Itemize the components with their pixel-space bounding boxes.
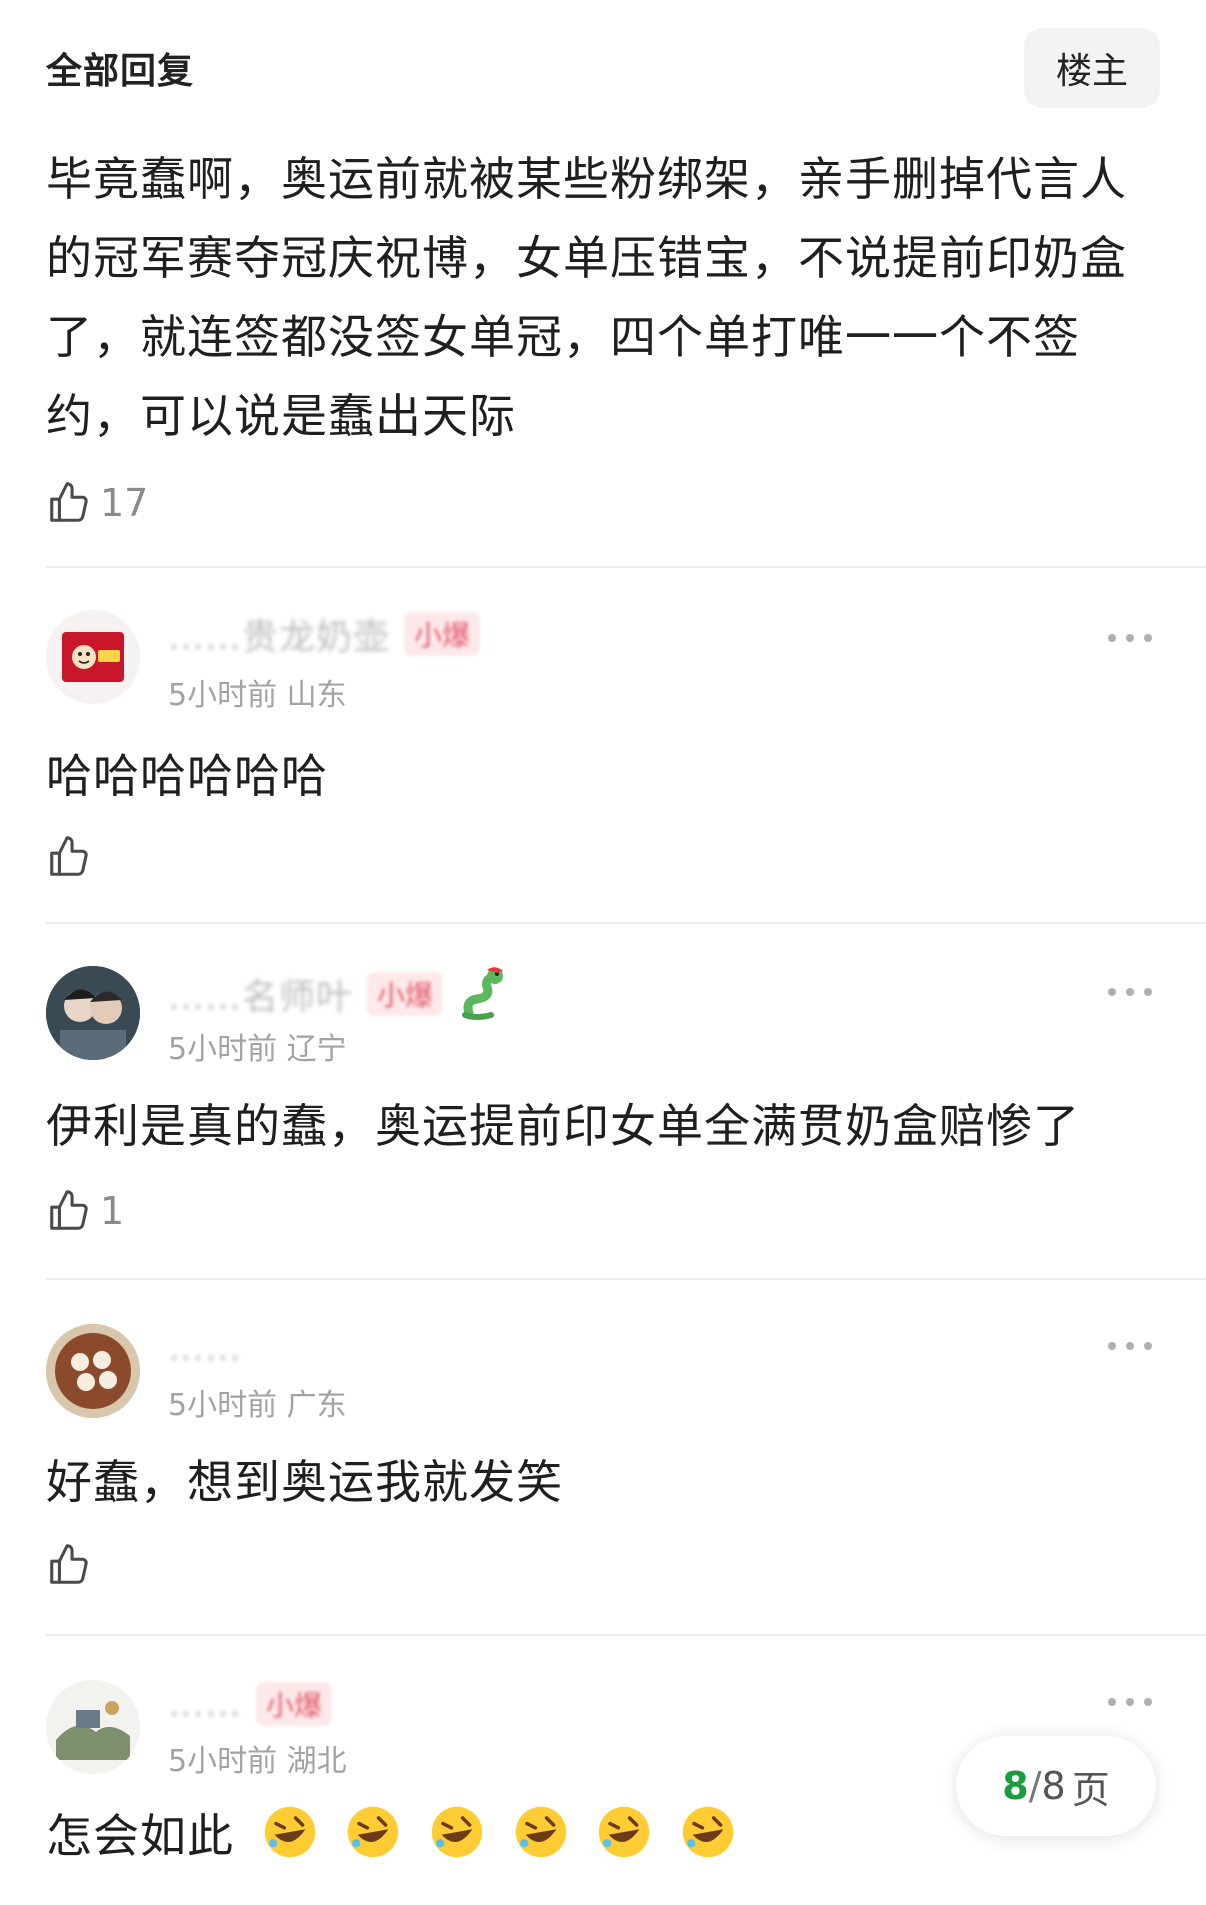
section-title: 全部回复 bbox=[46, 51, 195, 92]
more-options-button[interactable] bbox=[1108, 632, 1152, 644]
page-separator: / bbox=[1028, 1764, 1042, 1808]
reply-like-button[interactable]: 1 bbox=[46, 1186, 124, 1236]
reply-like-button[interactable] bbox=[46, 832, 100, 882]
reply-text: 伊利是真的蠢，奥运提前印女单全满贯奶盒赔惨了 bbox=[46, 1099, 1080, 1153]
more-dot-icon bbox=[1144, 1698, 1152, 1706]
like-count: 17 bbox=[100, 481, 149, 525]
more-dot-icon bbox=[1144, 1342, 1152, 1350]
username-text: ……贵龙奶壶 bbox=[168, 617, 391, 658]
more-dot-icon bbox=[1144, 988, 1152, 996]
like-count: 1 bbox=[100, 1189, 125, 1233]
divider bbox=[46, 566, 1206, 568]
reply-username[interactable]: …… bbox=[168, 1326, 242, 1370]
reply-username[interactable]: ……贵龙奶壶 小爆 bbox=[168, 612, 481, 658]
filter-op-button[interactable]: 楼主 bbox=[1024, 28, 1160, 108]
reply-meta: 5小时前 辽宁 bbox=[168, 1032, 347, 1067]
thumbs-up-icon bbox=[50, 1190, 88, 1230]
username-text: …… bbox=[168, 1683, 242, 1725]
more-dot-icon bbox=[1108, 634, 1116, 642]
reply-text: 哈哈哈哈哈哈 bbox=[46, 749, 328, 803]
divider bbox=[46, 1634, 1206, 1636]
dumplings-bowl-avatar[interactable] bbox=[46, 1324, 140, 1418]
more-options-button[interactable] bbox=[1108, 986, 1152, 998]
more-dot-icon bbox=[1144, 634, 1152, 642]
snack-package-avatar[interactable] bbox=[46, 610, 140, 704]
user-level-badge: 小爆 bbox=[404, 612, 481, 656]
comments-header: 全部回复 楼主 bbox=[46, 28, 1160, 108]
rofl-emoji-icon bbox=[348, 1806, 399, 1858]
more-dot-icon bbox=[1126, 1698, 1134, 1706]
thumbs-up-icon bbox=[50, 482, 88, 522]
more-options-button[interactable] bbox=[1108, 1696, 1152, 1708]
username-text: …… bbox=[168, 1327, 242, 1369]
painting-avatar[interactable] bbox=[46, 1680, 140, 1774]
user-level-badge: 小爆 bbox=[367, 972, 444, 1016]
more-dot-icon bbox=[1126, 634, 1134, 642]
username-text: ……名师叶 bbox=[168, 977, 354, 1018]
rofl-emoji-icon bbox=[264, 1806, 315, 1858]
reply-text-content: 怎会如此 bbox=[46, 1809, 234, 1863]
reply-meta: 5小时前 湖北 bbox=[168, 1744, 347, 1779]
reply-username[interactable]: …… 小爆 bbox=[168, 1682, 333, 1726]
divider bbox=[46, 922, 1206, 924]
reply-like-button[interactable] bbox=[46, 1540, 100, 1590]
reply-text: 怎会如此 bbox=[46, 1800, 736, 1866]
reply-meta: 5小时前 山东 bbox=[168, 678, 347, 713]
thumbs-up-icon bbox=[50, 1544, 88, 1584]
thumbs-up-icon bbox=[50, 836, 88, 876]
more-dot-icon bbox=[1126, 1342, 1134, 1350]
reply-text: 好蠢，想到奥运我就发笑 bbox=[46, 1455, 563, 1509]
reply-meta: 5小时前 广东 bbox=[168, 1388, 347, 1423]
reply-username[interactable]: ……名师叶 小爆 bbox=[168, 967, 515, 1020]
snake-sticker-icon bbox=[462, 967, 504, 1020]
current-page: 8 bbox=[1002, 1764, 1029, 1808]
page-indicator-button[interactable]: 8 / 8 页 bbox=[956, 1736, 1156, 1836]
two-people-photo-avatar[interactable] bbox=[46, 966, 140, 1060]
more-dot-icon bbox=[1108, 1698, 1116, 1706]
op-comment-text: 毕竟蠢啊，奥运前就被某些粉绑架，亲手删掉代言人的冠军赛夺冠庆祝博，女单压错宝，不… bbox=[46, 152, 1127, 443]
rofl-emoji-icon bbox=[598, 1806, 650, 1858]
op-like-button[interactable]: 17 bbox=[46, 478, 148, 528]
user-level-badge: 小爆 bbox=[256, 1682, 333, 1726]
total-pages: 8 bbox=[1041, 1764, 1066, 1808]
page-unit: 页 bbox=[1071, 1767, 1110, 1812]
more-dot-icon bbox=[1108, 1342, 1116, 1350]
more-options-button[interactable] bbox=[1108, 1340, 1152, 1352]
more-dot-icon bbox=[1126, 988, 1134, 996]
divider bbox=[46, 1278, 1206, 1280]
rofl-emoji-icon bbox=[431, 1806, 483, 1858]
rofl-emoji-icon bbox=[682, 1806, 733, 1858]
rofl-emoji-icon bbox=[515, 1806, 566, 1858]
more-dot-icon bbox=[1108, 988, 1116, 996]
